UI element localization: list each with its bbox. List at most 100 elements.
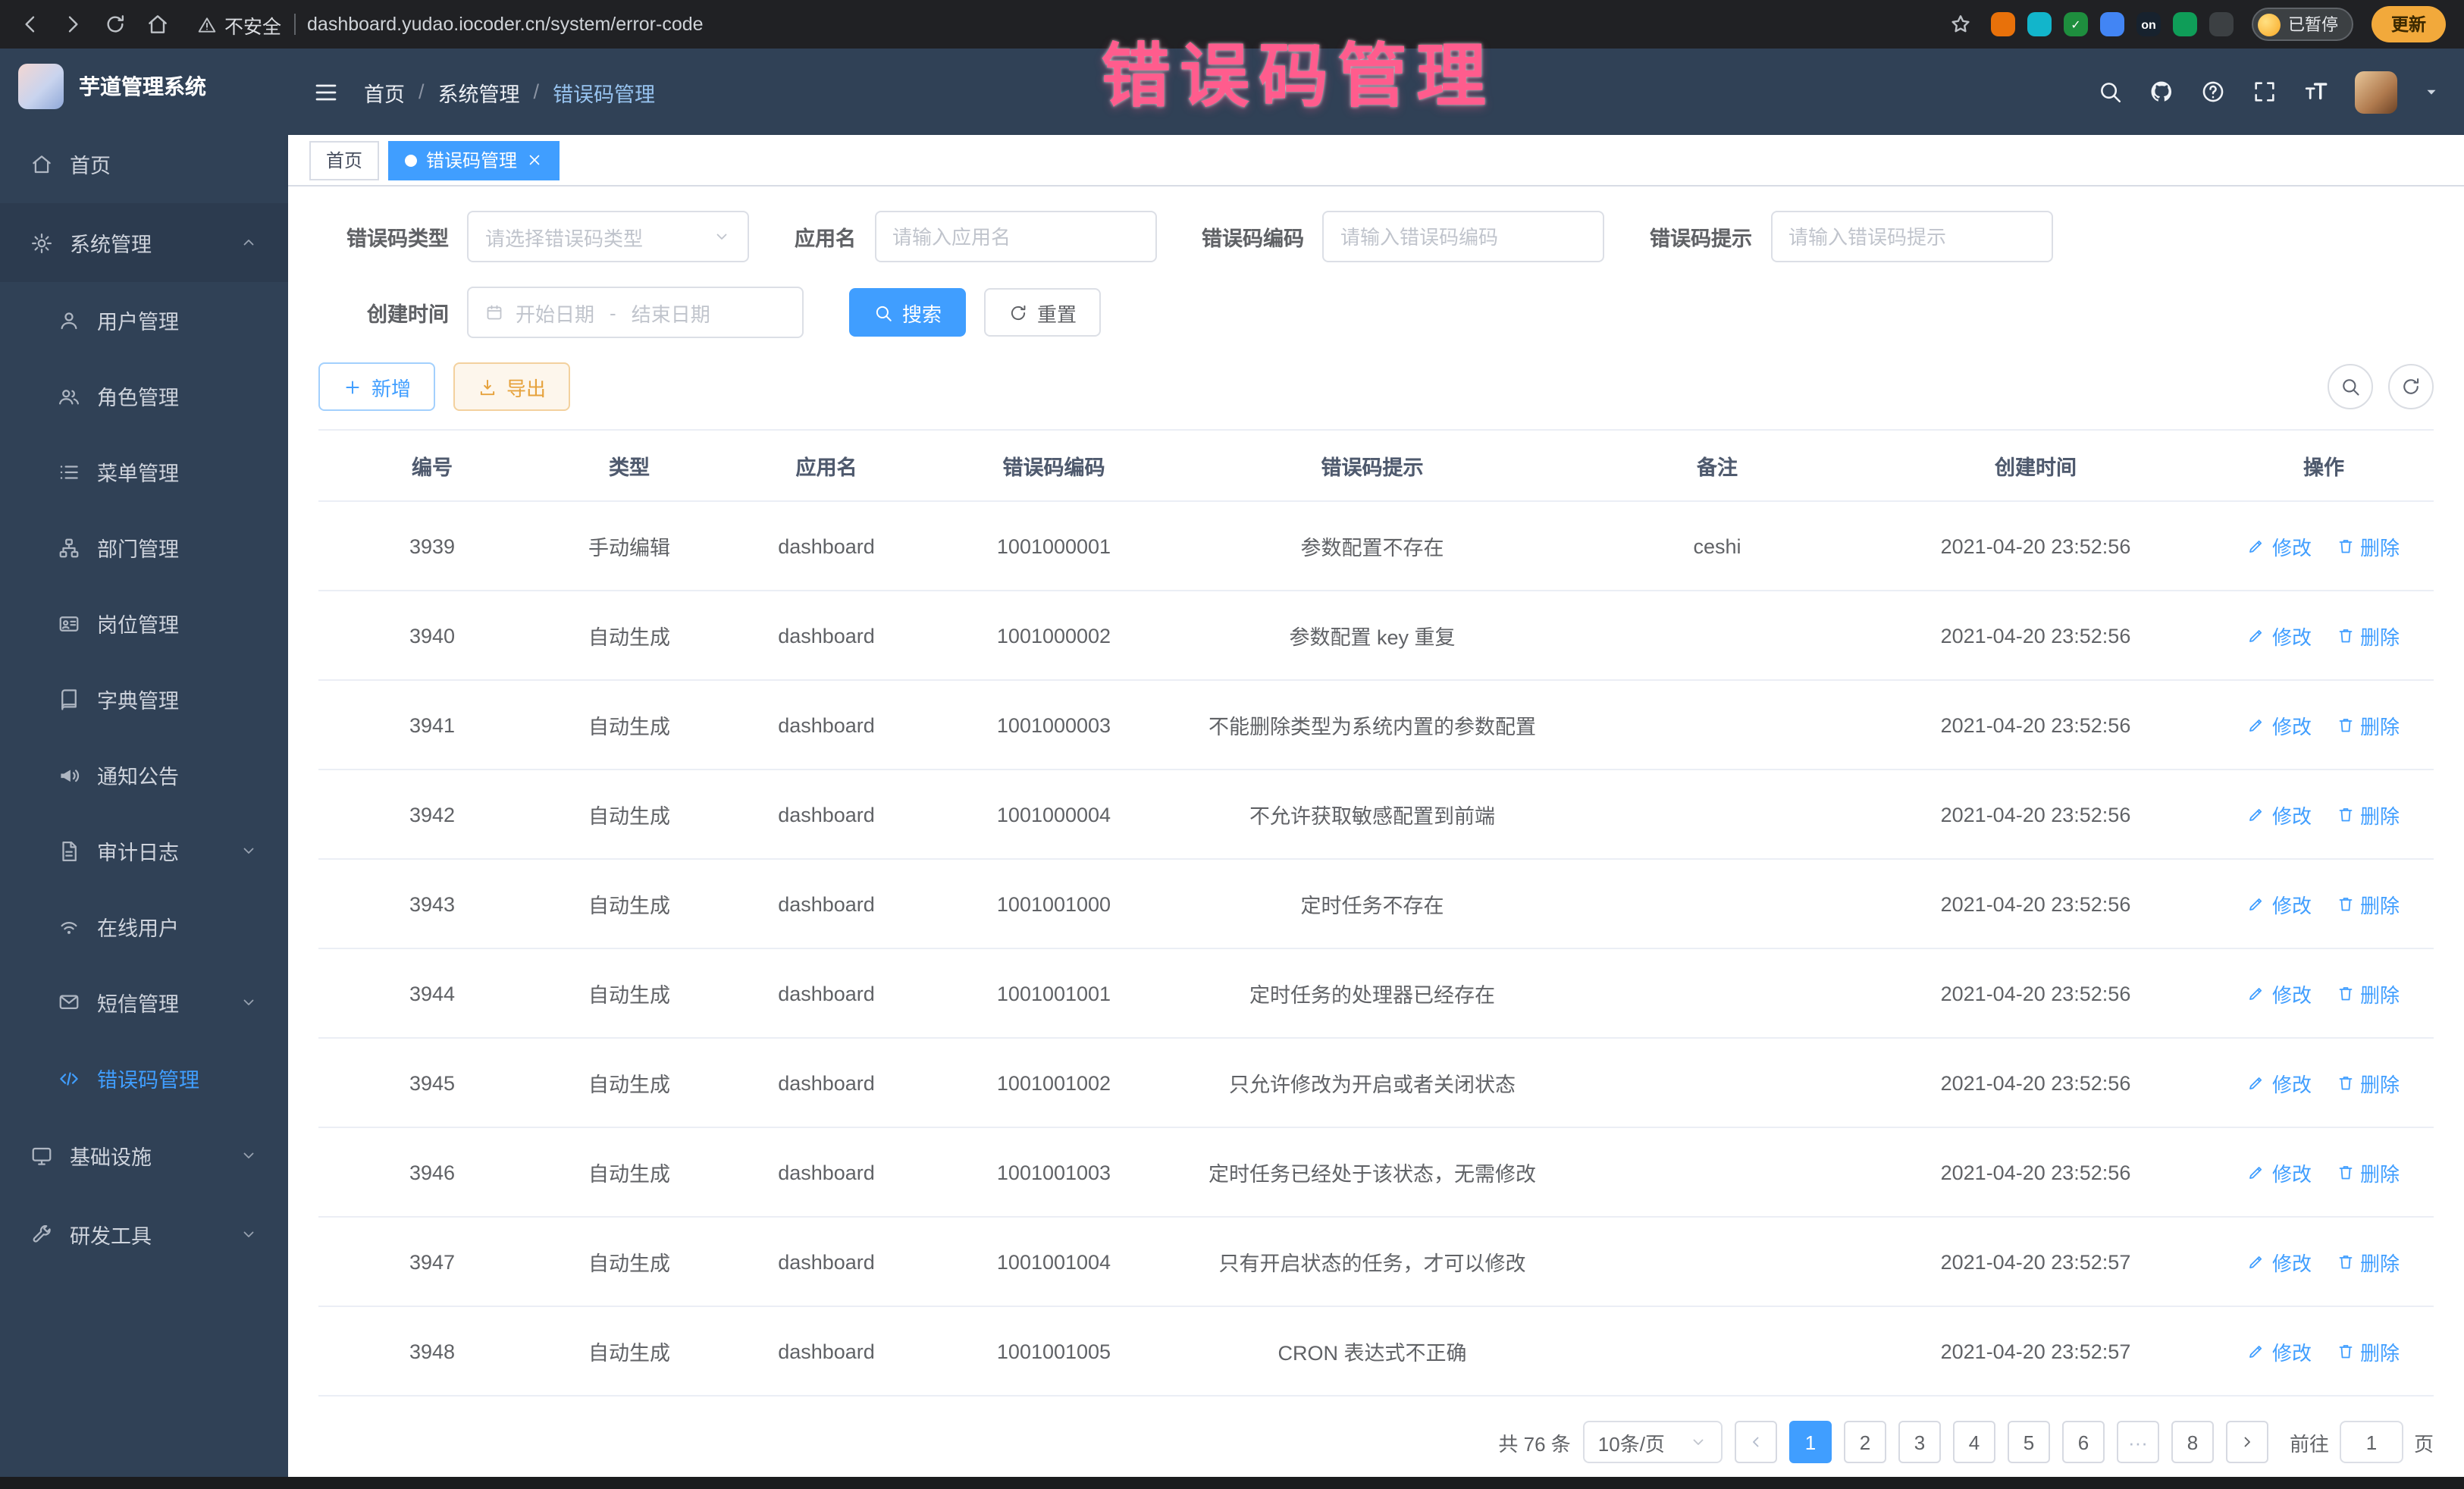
browser-profile-chip[interactable]: 已暂停 bbox=[2252, 8, 2353, 41]
browser-reload-icon[interactable] bbox=[103, 12, 127, 36]
extension-orange[interactable] bbox=[1991, 12, 2015, 36]
user-avatar[interactable] bbox=[2355, 71, 2397, 113]
sidebar-item-post[interactable]: 岗位管理 bbox=[0, 585, 288, 661]
sidebar-item-system[interactable]: 系统管理 bbox=[0, 203, 288, 282]
breadcrumb-item[interactable]: 首页 bbox=[364, 77, 405, 107]
sidebar-item-error-code[interactable]: 错误码管理 bbox=[0, 1040, 288, 1116]
page-button-1[interactable]: 1 bbox=[1789, 1421, 1832, 1463]
page-button-8[interactable]: 8 bbox=[2171, 1421, 2214, 1463]
column-header: 操作 bbox=[2214, 430, 2434, 501]
sidebar-logo[interactable]: 芋道管理系统 bbox=[0, 49, 288, 124]
search-button[interactable]: 搜索 bbox=[849, 288, 966, 337]
breadcrumb-item[interactable]: 系统管理 bbox=[438, 77, 520, 107]
help-icon[interactable] bbox=[2200, 79, 2226, 105]
add-button[interactable]: 新增 bbox=[318, 362, 435, 411]
refresh-table-button[interactable] bbox=[2388, 364, 2434, 409]
sidebar-item-sms[interactable]: 短信管理 bbox=[0, 964, 288, 1040]
book-icon bbox=[58, 688, 80, 710]
browser-back-icon[interactable] bbox=[18, 12, 42, 36]
next-page-button[interactable] bbox=[2226, 1421, 2268, 1463]
delete-link[interactable]: 删除 bbox=[2336, 531, 2400, 560]
extension-on-badge[interactable]: on bbox=[2136, 12, 2161, 36]
view-tab[interactable]: 首页 bbox=[309, 140, 379, 180]
sidebar-item-user[interactable]: 用户管理 bbox=[0, 282, 288, 358]
sidebar-item-infrastructure[interactable]: 基础设施 bbox=[0, 1116, 288, 1195]
delete-link[interactable]: 删除 bbox=[2336, 1337, 2400, 1365]
cell-time: 2021-04-20 23:52:57 bbox=[1857, 1217, 2214, 1306]
sidebar-item-audit-log[interactable]: 审计日志 bbox=[0, 813, 288, 889]
page-size-select[interactable]: 10条/页 bbox=[1583, 1421, 1723, 1463]
reset-button[interactable]: 重置 bbox=[984, 288, 1101, 337]
delete-link[interactable]: 删除 bbox=[2336, 800, 2400, 829]
edit-link[interactable]: 修改 bbox=[2248, 621, 2312, 650]
sidebar-item-role[interactable]: 角色管理 bbox=[0, 358, 288, 434]
wrench-icon bbox=[30, 1223, 53, 1246]
view-tab[interactable]: 错误码管理 bbox=[388, 140, 560, 180]
extension-leaf[interactable] bbox=[2173, 12, 2197, 36]
chevron-up-icon bbox=[240, 234, 258, 252]
bookmark-star-icon[interactable] bbox=[1948, 12, 1973, 36]
browser-home-icon[interactable] bbox=[146, 12, 170, 36]
edit-link[interactable]: 修改 bbox=[2248, 800, 2312, 829]
sidebar-item-label: 岗位管理 bbox=[97, 608, 179, 638]
page-button-4[interactable]: 4 bbox=[1953, 1421, 1995, 1463]
extension-green-check[interactable]: ✓ bbox=[2064, 12, 2088, 36]
edit-link[interactable]: 修改 bbox=[2248, 1247, 2312, 1276]
sidebar-item-dict[interactable]: 字典管理 bbox=[0, 661, 288, 737]
export-button[interactable]: 导出 bbox=[453, 362, 570, 411]
delete-link[interactable]: 删除 bbox=[2336, 1247, 2400, 1276]
edit-link[interactable]: 修改 bbox=[2248, 1158, 2312, 1186]
date-range-picker[interactable]: 开始日期 - 结束日期 bbox=[467, 287, 804, 338]
extension-teal[interactable] bbox=[2027, 12, 2052, 36]
browser-forward-icon[interactable] bbox=[61, 12, 85, 36]
screen: 不安全 dashboard.yudao.iocoder.cn/system/er… bbox=[0, 0, 2464, 1489]
sidebar-item-dev-tools[interactable]: 研发工具 bbox=[0, 1195, 288, 1274]
page-button-2[interactable]: 2 bbox=[1844, 1421, 1886, 1463]
error-code-input[interactable] bbox=[1322, 211, 1604, 262]
font-size-icon[interactable] bbox=[2303, 79, 2329, 105]
security-chip[interactable]: 不安全 bbox=[197, 10, 281, 39]
edit-link[interactable]: 修改 bbox=[2248, 710, 2312, 739]
fullscreen-icon[interactable] bbox=[2252, 79, 2277, 105]
goto-page-input[interactable] bbox=[2340, 1421, 2403, 1463]
page-button-3[interactable]: 3 bbox=[1898, 1421, 1941, 1463]
delete-link[interactable]: 删除 bbox=[2336, 889, 2400, 918]
delete-link[interactable]: 删除 bbox=[2336, 710, 2400, 739]
edit-link[interactable]: 修改 bbox=[2248, 1337, 2312, 1365]
page-button-5[interactable]: 5 bbox=[2008, 1421, 2050, 1463]
cell-type: 自动生成 bbox=[546, 1127, 713, 1217]
sidebar-item-online-user[interactable]: 在线用户 bbox=[0, 889, 288, 964]
delete-link[interactable]: 删除 bbox=[2336, 979, 2400, 1008]
page-button-6[interactable]: 6 bbox=[2062, 1421, 2105, 1463]
edit-link[interactable]: 修改 bbox=[2248, 979, 2312, 1008]
browser-update-button[interactable]: 更新 bbox=[2372, 6, 2446, 42]
sidebar-item-dept[interactable]: 部门管理 bbox=[0, 509, 288, 585]
extension-grid[interactable] bbox=[2100, 12, 2124, 36]
app-name-input[interactable] bbox=[874, 211, 1156, 262]
toggle-search-button[interactable] bbox=[2328, 364, 2373, 409]
delete-link[interactable]: 删除 bbox=[2336, 621, 2400, 650]
github-icon[interactable] bbox=[2149, 79, 2174, 105]
app-title: 芋道管理系统 bbox=[79, 71, 206, 102]
hamburger-icon[interactable] bbox=[312, 78, 340, 105]
edit-link[interactable]: 修改 bbox=[2248, 889, 2312, 918]
error-hint-input[interactable] bbox=[1770, 211, 2052, 262]
edit-link-label: 修改 bbox=[2272, 1247, 2312, 1276]
table-row: 3942自动生成dashboard1001000004不允许获取敏感配置到前端2… bbox=[318, 770, 2434, 859]
address-bar[interactable]: 不安全 dashboard.yudao.iocoder.cn/system/er… bbox=[197, 10, 1930, 39]
prev-page-button[interactable] bbox=[1735, 1421, 1777, 1463]
more-pages-button[interactable]: ··· bbox=[2117, 1421, 2159, 1463]
filter-row-2: 创建时间 开始日期 - 结束日期 搜索 重置 bbox=[318, 287, 2434, 338]
avatar-caret-icon[interactable] bbox=[2423, 83, 2440, 100]
edit-link[interactable]: 修改 bbox=[2248, 531, 2312, 560]
header-search-icon[interactable] bbox=[2097, 79, 2123, 105]
delete-link[interactable]: 删除 bbox=[2336, 1158, 2400, 1186]
error-type-select[interactable]: 请选择错误码类型 bbox=[467, 211, 749, 262]
close-icon[interactable] bbox=[526, 152, 543, 168]
delete-link[interactable]: 删除 bbox=[2336, 1068, 2400, 1097]
extension-pin[interactable] bbox=[2209, 12, 2234, 36]
edit-link[interactable]: 修改 bbox=[2248, 1068, 2312, 1097]
sidebar-item-menu[interactable]: 菜单管理 bbox=[0, 434, 288, 509]
sidebar-item-home[interactable]: 首页 bbox=[0, 124, 288, 203]
sidebar-item-notice[interactable]: 通知公告 bbox=[0, 737, 288, 813]
